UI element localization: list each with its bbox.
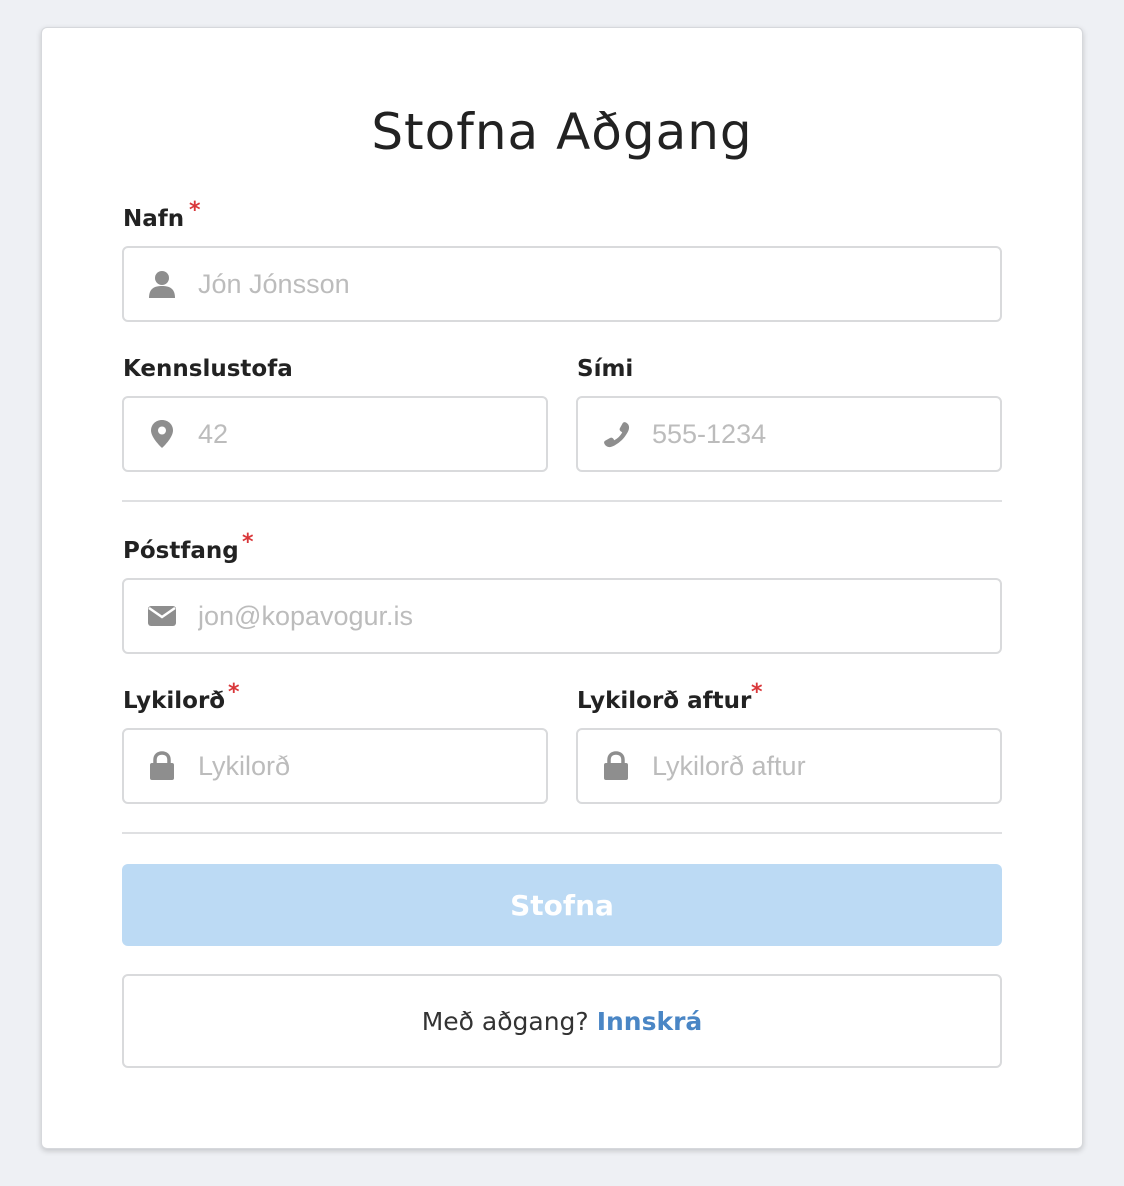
section-divider <box>122 832 1002 834</box>
required-marker: * <box>189 198 201 223</box>
lock-icon <box>146 750 178 782</box>
password-confirm-input[interactable] <box>652 730 988 802</box>
required-marker: * <box>751 680 763 705</box>
login-prompt-box: Með aðgang? Innskrá <box>122 974 1002 1068</box>
classroom-label: Kennslustofa <box>123 356 293 382</box>
login-link[interactable]: Innskrá <box>597 1007 703 1036</box>
email-input[interactable] <box>198 580 988 652</box>
name-input[interactable] <box>198 248 988 320</box>
signup-card: Stofna Aðgang Nafn * Kennslustofa Sími P… <box>41 27 1083 1149</box>
lock-icon <box>600 750 632 782</box>
classroom-input[interactable] <box>198 398 534 470</box>
password-label: Lykilorð <box>123 688 226 714</box>
phone-field[interactable] <box>576 396 1002 472</box>
phone-label: Sími <box>577 356 634 382</box>
phone-icon <box>600 418 632 450</box>
section-divider <box>122 500 1002 502</box>
required-marker: * <box>228 680 240 705</box>
password-field[interactable] <box>122 728 548 804</box>
email-field[interactable] <box>122 578 1002 654</box>
envelope-icon <box>146 600 178 632</box>
page-title: Stofna Aðgang <box>371 103 753 161</box>
login-prompt-text: Með aðgang? <box>421 1006 589 1036</box>
create-account-button[interactable]: Stofna <box>122 864 1002 946</box>
classroom-field[interactable] <box>122 396 548 472</box>
phone-input[interactable] <box>652 398 988 470</box>
name-field[interactable] <box>122 246 1002 322</box>
required-marker: * <box>242 530 254 555</box>
map-marker-icon <box>146 418 178 450</box>
user-icon <box>146 268 178 300</box>
password-confirm-label: Lykilorð aftur <box>577 688 752 714</box>
email-label: Póstfang <box>123 538 239 564</box>
name-label: Nafn <box>123 206 185 232</box>
password-confirm-field[interactable] <box>576 728 1002 804</box>
password-input[interactable] <box>198 730 534 802</box>
